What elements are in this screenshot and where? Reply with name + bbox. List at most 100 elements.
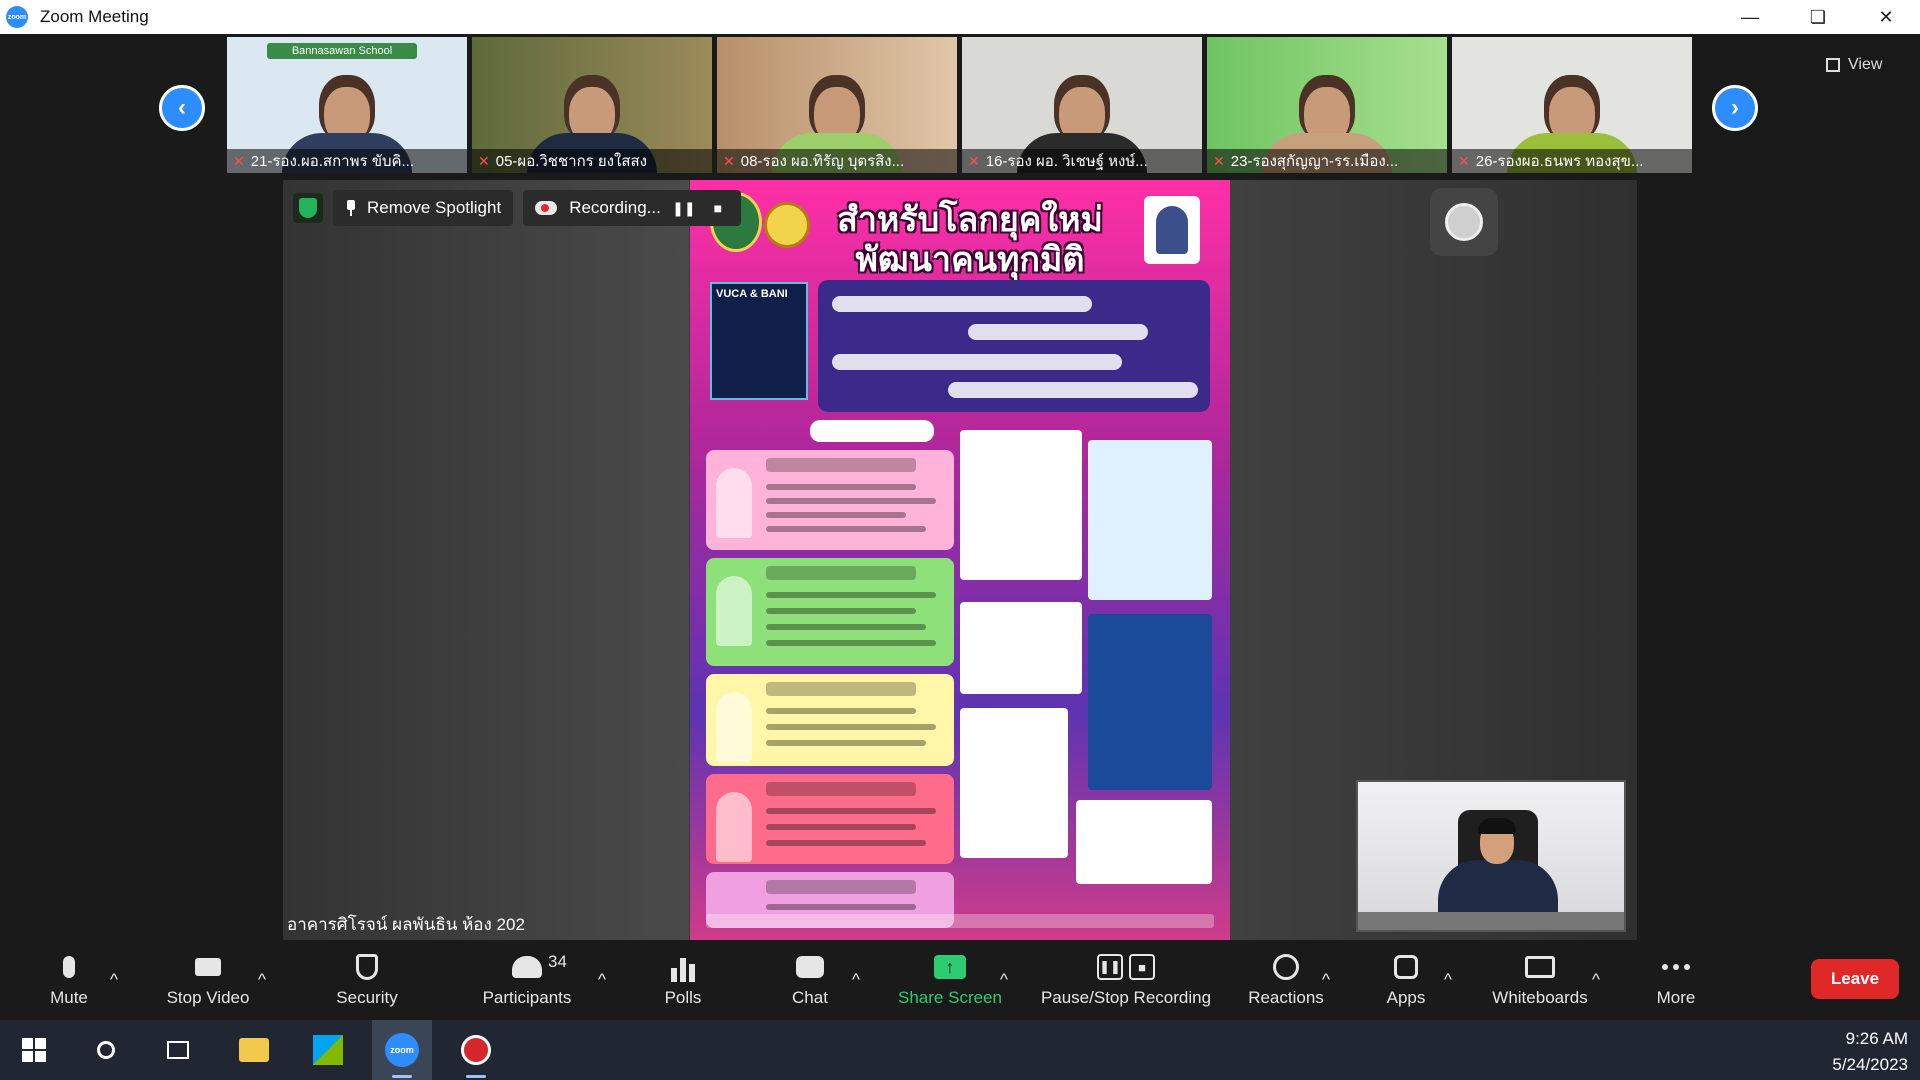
leave-button[interactable]: Leave	[1811, 959, 1899, 999]
participant-tile[interactable]: ✕ 16-รอง ผอ. วิเชษฐ์ หงษ์...	[962, 37, 1202, 173]
text-line	[766, 808, 936, 814]
section-heading	[810, 420, 934, 442]
task-view-button[interactable]	[148, 1020, 208, 1080]
view-button[interactable]: View	[1826, 51, 1906, 79]
block-heading	[766, 880, 916, 894]
system-clock[interactable]: 9:26 AM 5/24/2023	[1832, 1026, 1908, 1078]
polls-button[interactable]: Polls	[662, 940, 704, 1020]
whiteboards-button[interactable]: Whiteboards	[1488, 940, 1592, 1020]
remove-spotlight-label: Remove Spotlight	[367, 198, 502, 217]
record-app-icon	[461, 1035, 491, 1065]
text-line	[766, 592, 936, 598]
file-explorer-button[interactable]	[224, 1020, 284, 1080]
block-heading	[766, 566, 916, 580]
content-block	[706, 774, 954, 864]
figure-illustration	[716, 692, 752, 762]
minimize-button[interactable]: —	[1716, 0, 1784, 34]
mute-label: Mute	[50, 988, 88, 1007]
more-dots-icon	[1660, 952, 1692, 982]
participants-options-caret[interactable]: ^	[598, 940, 606, 1020]
store-button[interactable]	[298, 1020, 358, 1080]
infographic	[1088, 440, 1212, 600]
apps-options-caret[interactable]: ^	[1444, 940, 1452, 1020]
participant-tile[interactable]: ✕ 05-ผอ.วิชชากร ยงใสสง	[472, 37, 712, 173]
remove-spotlight-button[interactable]: Remove Spotlight	[333, 190, 514, 226]
self-view-video[interactable]	[1356, 780, 1626, 932]
share-options-caret[interactable]: ^	[1000, 940, 1008, 1020]
camera-icon	[192, 952, 224, 982]
more-label: More	[1656, 988, 1696, 1007]
pause-stop-recording-button[interactable]: ❚❚ ■ Pause/Stop Recording	[1036, 940, 1216, 1020]
participant-name-label: ✕ 26-รองผอ.ธนพร ทองสุข...	[1452, 149, 1692, 173]
video-options-caret[interactable]: ^	[258, 940, 266, 1020]
recorder-taskbar-button[interactable]	[446, 1020, 506, 1080]
stop-recording-icon[interactable]: ■	[707, 197, 729, 219]
participant-tile[interactable]: ✕ 23-รองสุกัญญา-รร.เมือง...	[1207, 37, 1447, 173]
windows-logo-icon	[22, 1038, 46, 1062]
infographic	[960, 430, 1082, 580]
encryption-shield-icon[interactable]	[293, 193, 323, 223]
audio-options-caret[interactable]: ^	[110, 940, 118, 1020]
chat-options-caret[interactable]: ^	[852, 940, 860, 1020]
participants-label: Participants	[482, 988, 572, 1007]
text-line	[832, 354, 1122, 370]
share-screen-button[interactable]: ↑ Share Screen	[896, 940, 1004, 1020]
participant-tile[interactable]: Bannasawan School ✕ 21-รอง.ผอ.สกาพร ขับคิ…	[227, 37, 467, 173]
status-dot-icon	[1430, 188, 1498, 256]
microphone-icon	[53, 952, 85, 982]
reactions-button[interactable]: Reactions	[1246, 940, 1326, 1020]
security-button[interactable]: Security	[332, 940, 402, 1020]
search-button[interactable]	[76, 1020, 136, 1080]
polls-label: Polls	[664, 988, 702, 1007]
previous-page-button[interactable]: ‹	[159, 85, 205, 131]
content-block	[706, 558, 954, 666]
store-icon	[313, 1035, 343, 1065]
zoom-logo-icon: zoom	[6, 6, 28, 28]
mute-button[interactable]: Mute	[42, 940, 96, 1020]
pause-recording-icon[interactable]: ❚❚	[672, 197, 695, 219]
participant-tile[interactable]: ✕ 26-รองผอ.ธนพร ทองสุข...	[1452, 37, 1692, 173]
pin-icon	[345, 200, 357, 216]
close-button[interactable]: ✕	[1852, 0, 1920, 34]
recording-label: Recording...	[569, 198, 661, 217]
text-line	[968, 324, 1148, 340]
chat-button[interactable]: Chat	[790, 940, 830, 1020]
whiteboards-options-caret[interactable]: ^	[1592, 940, 1600, 1020]
whiteboard-icon	[1524, 952, 1556, 982]
meeting-toolbar: Mute ^ Stop Video ^ Security Participant…	[0, 940, 1920, 1020]
stop-video-button[interactable]: Stop Video	[160, 940, 256, 1020]
windows-taskbar: zoom 9:26 AM 5/24/2023	[0, 1020, 1920, 1080]
participant-name: 08-รอง ผอ.ทิรัญ บุตรสิง...	[740, 153, 905, 170]
content-block	[706, 674, 954, 766]
apps-button[interactable]: Apps	[1384, 940, 1428, 1020]
text-line	[832, 296, 1092, 312]
figure-illustration	[716, 576, 752, 646]
start-button[interactable]	[4, 1020, 64, 1080]
text-line	[766, 608, 916, 614]
participant-tile[interactable]: ✕ 08-รอง ผอ.ทิรัญ บุตรสิง...	[717, 37, 957, 173]
poster-title: สำหรับโลกยุคใหม่ พัฒนาคนทุกมิติ	[837, 201, 1103, 279]
more-button[interactable]: More	[1654, 940, 1698, 1020]
restore-button[interactable]: ❏	[1784, 0, 1852, 34]
security-label: Security	[336, 988, 398, 1007]
zoom-taskbar-button[interactable]: zoom	[372, 1020, 432, 1080]
participant-name: 21-รอง.ผอ.สกาพร ขับคิ...	[250, 153, 415, 170]
poster-footer	[706, 914, 1214, 928]
infographic	[960, 602, 1082, 694]
text-line	[766, 740, 926, 746]
reactions-options-caret[interactable]: ^	[1322, 940, 1330, 1020]
emblem-icon	[764, 202, 810, 248]
chat-icon	[794, 952, 826, 982]
mic-muted-icon: ✕	[478, 152, 490, 169]
text-line	[766, 640, 936, 646]
infographic	[1076, 800, 1212, 884]
shield-icon	[351, 952, 383, 982]
speaker-hair	[1478, 818, 1516, 834]
desk	[1358, 912, 1624, 930]
infographic	[960, 708, 1068, 858]
next-page-button[interactable]: ›	[1712, 85, 1758, 131]
clock-time: 9:26 AM	[1845, 1029, 1908, 1048]
recording-indicator: Recording... ❚❚ ■	[523, 190, 741, 226]
share-screen-icon: ↑	[934, 952, 966, 982]
block-heading	[766, 682, 916, 696]
